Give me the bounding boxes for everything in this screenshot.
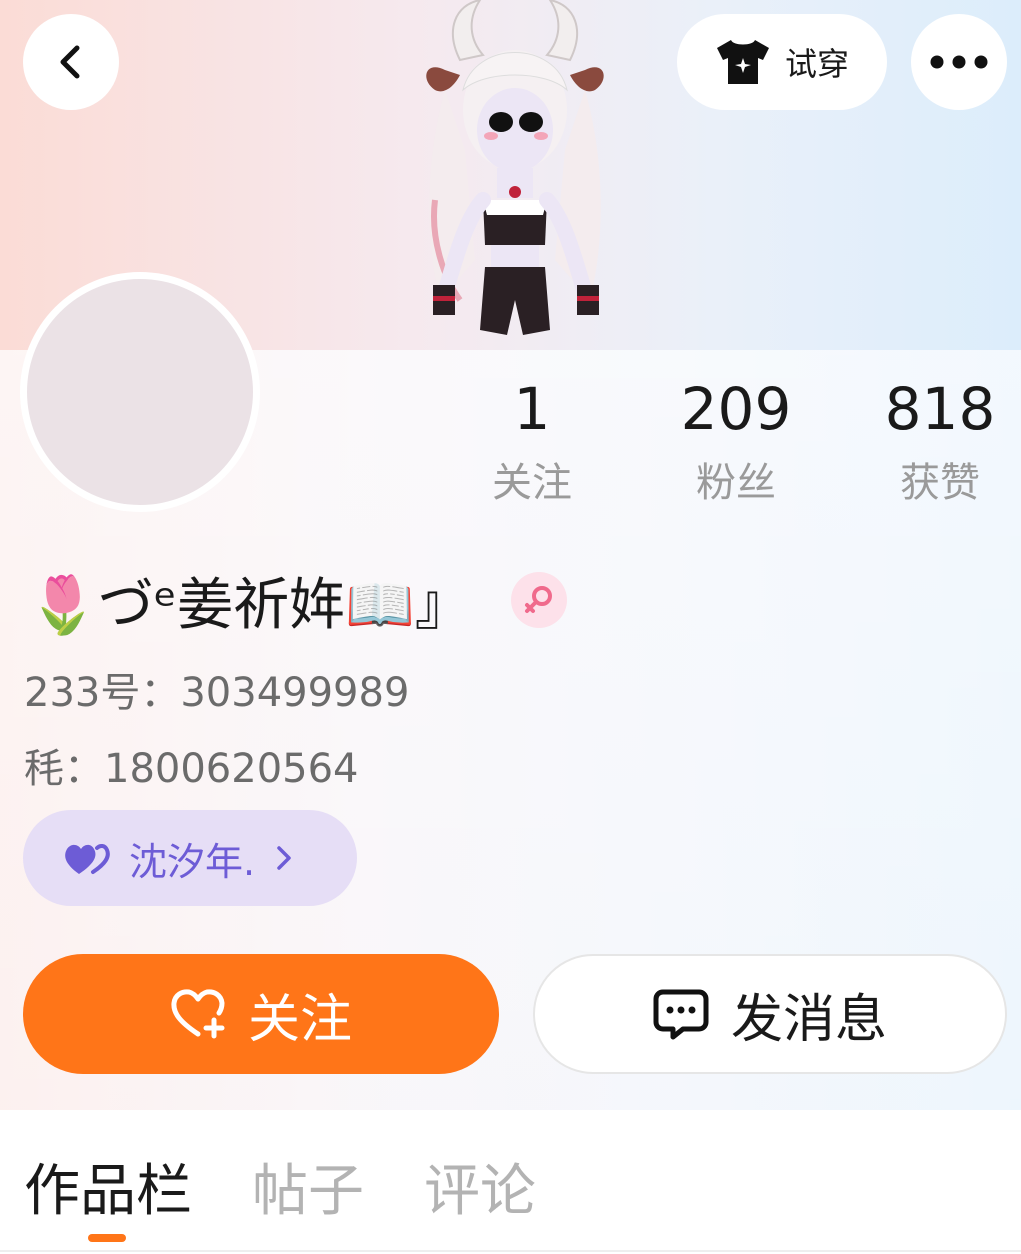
profile-tabs: 作品栏 帖子 评论 — [0, 1110, 1021, 1254]
relation-chip[interactable]: 沈汐年. — [23, 810, 357, 906]
profile-name-row: 🌷づᵉ姜祈姩📖』 — [28, 560, 567, 640]
tab-comments[interactable]: 评论 — [424, 1146, 536, 1227]
chevron-right-icon — [277, 846, 291, 870]
stat-likes-value: 818 — [884, 375, 996, 443]
try-on-button[interactable]: 试穿 — [677, 14, 887, 110]
try-on-label: 试穿 — [784, 45, 849, 83]
stat-fans-label: 粉丝 — [696, 460, 776, 506]
stat-following-label: 关注 — [492, 460, 572, 506]
relation-name: 沈汐年. — [129, 839, 256, 884]
active-tab-indicator — [88, 1234, 126, 1242]
nickname-line: 秏：1800620564 — [24, 746, 359, 792]
message-button[interactable]: 发消息 — [533, 954, 1007, 1074]
avatar-placeholder — [27, 279, 253, 505]
stat-likes[interactable]: 818 获赞 — [840, 376, 1021, 508]
tab-posts[interactable]: 帖子 — [252, 1146, 364, 1227]
character-avatar-image — [426, 0, 604, 335]
chevron-left-icon — [60, 45, 80, 79]
user-id-line: 233号：303499989 — [24, 670, 410, 716]
message-label: 发消息 — [730, 989, 887, 1050]
stat-following[interactable]: 1 关注 — [432, 376, 632, 508]
follow-label: 关注 — [247, 989, 352, 1050]
heart-plus-icon — [171, 989, 225, 1039]
double-heart-icon — [65, 843, 110, 874]
chat-bubble-icon — [653, 989, 709, 1040]
back-button[interactable] — [23, 14, 119, 110]
more-button[interactable] — [911, 14, 1007, 110]
gender-badge — [510, 572, 567, 628]
stat-likes-label: 获赞 — [900, 460, 980, 506]
more-horizontal-icon — [930, 55, 988, 69]
tabs-divider — [0, 1250, 1021, 1252]
stat-following-value: 1 — [513, 375, 551, 443]
profile-avatar[interactable] — [20, 272, 260, 512]
female-icon — [524, 586, 552, 613]
display-name: 🌷づᵉ姜祈姩📖』 — [28, 572, 471, 638]
stat-fans[interactable]: 209 粉丝 — [636, 376, 836, 508]
stat-fans-value: 209 — [680, 375, 792, 443]
shirt-icon — [716, 40, 769, 84]
tab-works[interactable]: 作品栏 — [24, 1146, 192, 1227]
follow-button[interactable]: 关注 — [23, 954, 499, 1074]
